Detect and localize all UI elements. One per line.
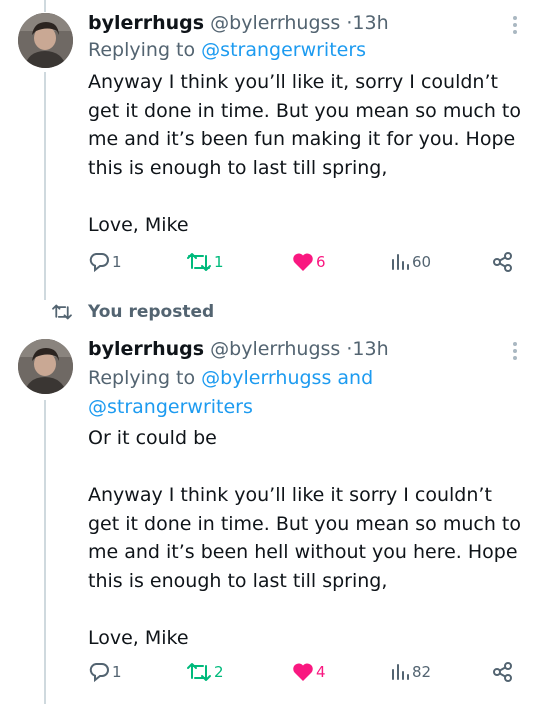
mention-link[interactable]: @strangerwriters <box>88 396 253 418</box>
more-icon[interactable] <box>512 14 518 34</box>
reply-count: 1 <box>112 253 122 271</box>
tweet-header: bylerrhugs @bylerrhugss ·13h <box>88 336 389 362</box>
author-name[interactable]: bylerrhugs <box>88 12 204 34</box>
repost-icon <box>187 253 211 271</box>
share-button[interactable] <box>492 660 514 684</box>
views-button[interactable]: 82 <box>390 660 431 684</box>
more-icon[interactable] <box>512 340 518 360</box>
repost-icon <box>52 304 72 320</box>
tweet[interactable]: bylerrhugs @bylerrhugss ·13h Replying to… <box>0 336 540 704</box>
like-count: 6 <box>316 253 326 271</box>
reply-button[interactable]: 1 <box>88 660 122 684</box>
repost-button[interactable]: 2 <box>186 660 224 684</box>
reply-button[interactable]: 1 <box>88 250 122 274</box>
tweet-text: Anyway I think you’ll like it, sorry I c… <box>88 71 521 236</box>
author-handle[interactable]: @bylerrhugss <box>210 338 340 360</box>
reply-icon <box>89 663 109 683</box>
repost-count: 2 <box>214 663 224 681</box>
avatar[interactable] <box>18 339 73 394</box>
replying-prefix: Replying to <box>88 367 196 389</box>
views-button[interactable]: 60 <box>390 250 431 274</box>
tweet-text: Or it could be Anyway I think you’ll lik… <box>88 427 521 649</box>
repost-button[interactable]: 1 <box>186 250 224 274</box>
replying-prefix: Replying to <box>88 39 196 61</box>
author-handle[interactable]: @bylerrhugss <box>210 12 340 34</box>
mention-link[interactable]: @bylerrhugss and <box>201 367 373 389</box>
mention-link[interactable]: @strangerwriters <box>201 39 366 61</box>
action-bar: 1 1 6 60 <box>88 250 520 274</box>
share-button[interactable] <box>492 250 514 274</box>
timestamp[interactable]: 13h <box>352 12 388 34</box>
timestamp[interactable]: 13h <box>352 338 388 360</box>
replying-to: Replying to @strangerwriters <box>88 36 366 65</box>
like-icon <box>293 663 313 681</box>
action-bar: 1 2 4 82 <box>88 660 520 684</box>
author-name[interactable]: bylerrhugs <box>88 338 204 360</box>
repost-banner: You reposted <box>0 300 540 324</box>
like-button[interactable]: 6 <box>292 250 326 274</box>
reply-icon <box>89 253 109 273</box>
repost-label: You reposted <box>88 302 215 322</box>
views-icon <box>392 664 409 680</box>
avatar[interactable] <box>18 13 73 68</box>
views-count: 82 <box>412 663 432 681</box>
repost-icon <box>187 663 211 681</box>
like-button[interactable]: 4 <box>292 660 326 684</box>
tweet-header: bylerrhugs @bylerrhugss ·13h <box>88 10 389 36</box>
share-icon <box>493 252 512 272</box>
reply-count: 1 <box>112 663 122 681</box>
like-count: 4 <box>316 663 326 681</box>
share-icon <box>493 662 512 682</box>
repost-count: 1 <box>214 253 224 271</box>
like-icon <box>293 253 313 271</box>
views-icon <box>392 254 409 270</box>
tweet[interactable]: bylerrhugs @bylerrhugss ·13h Replying to… <box>0 10 540 290</box>
replying-to: Replying to @bylerrhugss and @strangerwr… <box>88 364 528 422</box>
views-count: 60 <box>412 253 432 271</box>
